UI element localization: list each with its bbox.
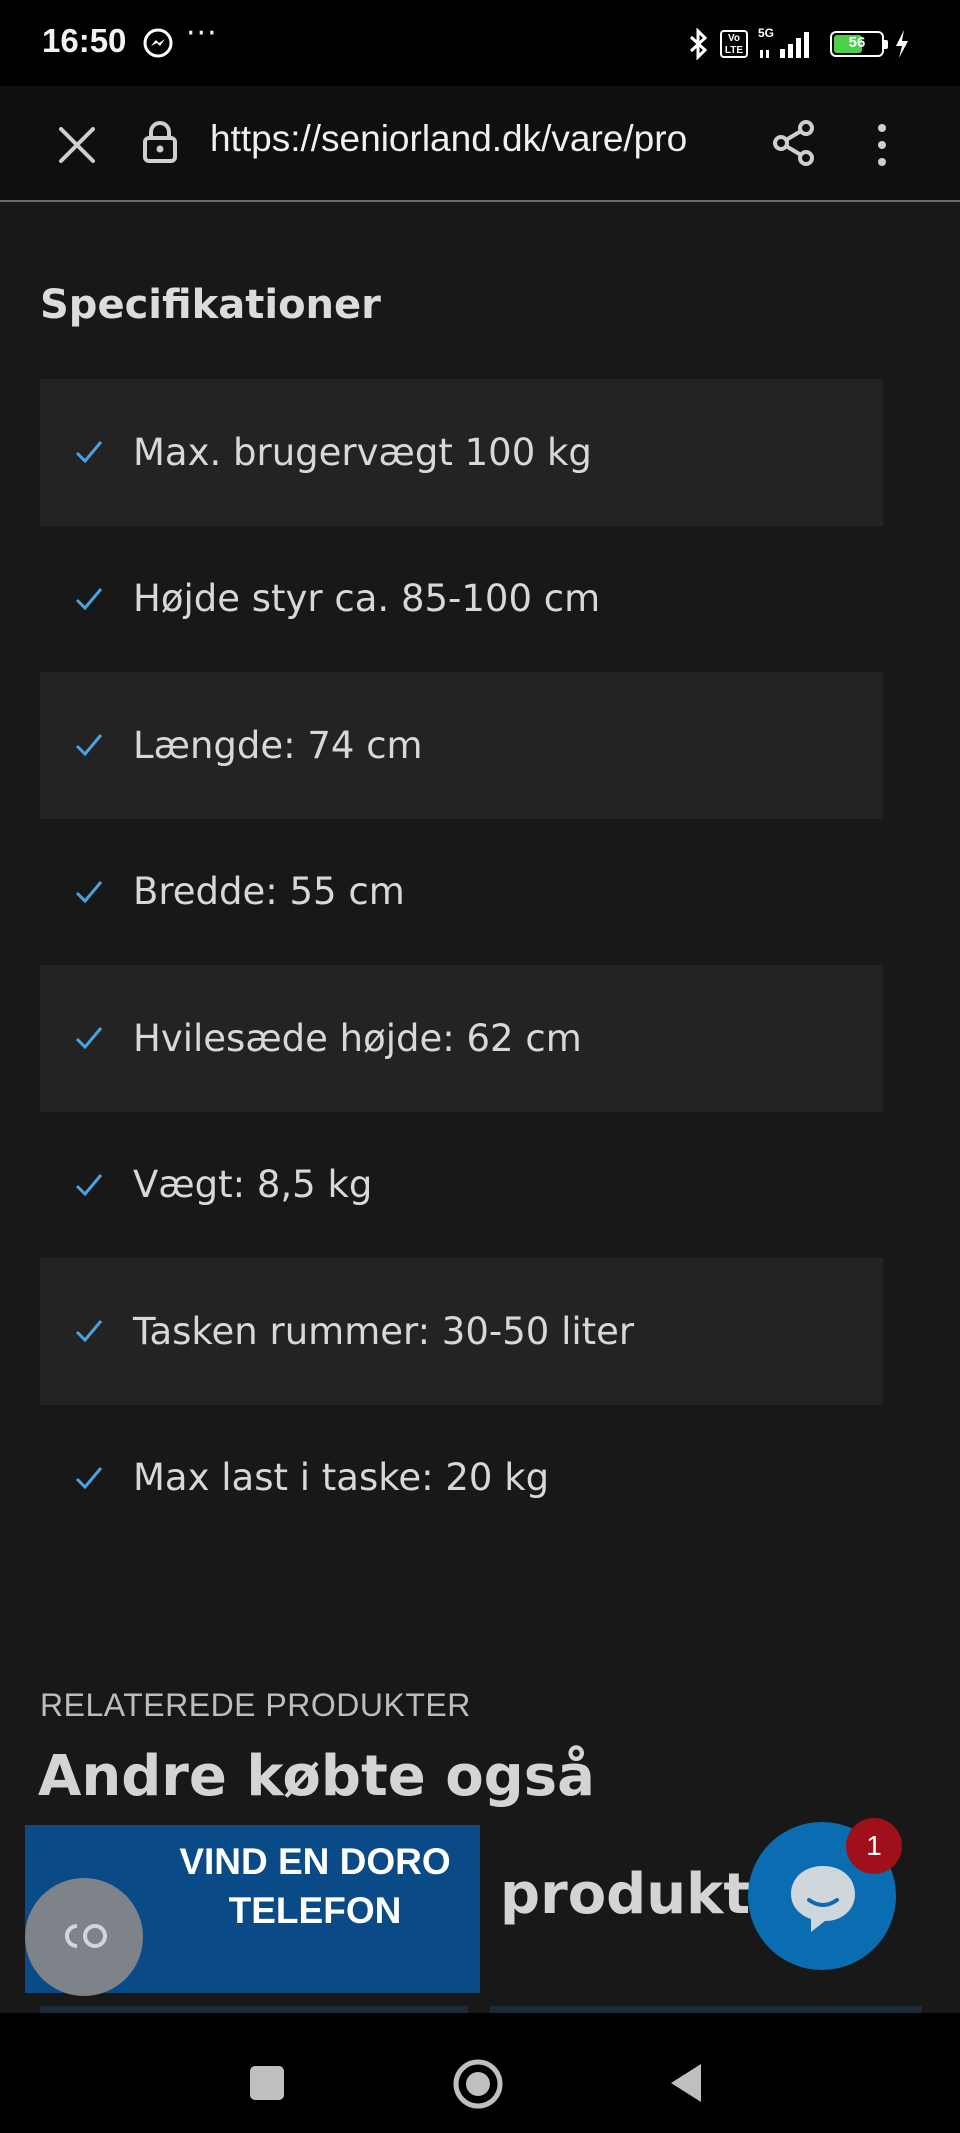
battery-icon: 56 bbox=[830, 31, 888, 57]
check-icon bbox=[75, 1173, 103, 1196]
spec-item-label: Tasken rummer: 30-50 liter bbox=[133, 1309, 635, 1353]
share-icon[interactable] bbox=[772, 120, 816, 166]
status-time: 16:50 bbox=[42, 22, 127, 59]
volte-icon: Vo LTE bbox=[720, 30, 748, 58]
check-icon bbox=[75, 1466, 103, 1489]
spec-item-label: Max. brugervægt 100 kg bbox=[133, 430, 592, 474]
home-button[interactable] bbox=[452, 2058, 504, 2110]
more-notifications: ··· bbox=[186, 16, 218, 51]
check-icon bbox=[75, 1027, 103, 1050]
spec-item-label: Bredde: 55 cm bbox=[133, 870, 405, 914]
status-bar: 16:50 ··· Vo LTE 5G 56 bbox=[0, 0, 960, 86]
battery-level: 56 bbox=[848, 34, 866, 51]
lock-icon[interactable] bbox=[142, 120, 178, 164]
recent-apps-button[interactable] bbox=[250, 2066, 284, 2100]
spec-item: Max last i taske: 20 kg bbox=[40, 1405, 883, 1552]
close-icon[interactable] bbox=[58, 126, 96, 164]
check-icon bbox=[75, 734, 103, 757]
chat-notification-badge: 1 bbox=[846, 1818, 902, 1874]
spec-item: Længde: 74 cm bbox=[40, 672, 883, 819]
check-icon bbox=[75, 880, 103, 903]
status-icons: Vo LTE 5G 56 bbox=[688, 26, 910, 62]
related-products-title: Andre købte også bbox=[38, 1744, 595, 1809]
more-vert-icon[interactable] bbox=[870, 122, 894, 168]
cookie-icon bbox=[65, 1924, 107, 1948]
spec-item: Max. brugervægt 100 kg bbox=[40, 379, 883, 526]
url-field[interactable]: https://seniorland.dk/vare/pro bbox=[210, 118, 740, 160]
system-nav-bar bbox=[0, 2013, 960, 2133]
spec-item: Højde styr ca. 85-100 cm bbox=[40, 526, 883, 673]
spec-item-label: Hvilesæde højde: 62 cm bbox=[133, 1016, 582, 1060]
messenger-icon bbox=[143, 28, 173, 58]
spec-item-label: Vægt: 8,5 kg bbox=[133, 1163, 373, 1207]
signal-icon: 5G bbox=[758, 26, 820, 60]
check-icon bbox=[75, 1320, 103, 1343]
spec-item-label: Højde styr ca. 85-100 cm bbox=[133, 577, 601, 621]
check-icon bbox=[75, 441, 103, 464]
promo-banner-label[interactable]: VIND EN DORO TELEFON bbox=[150, 1837, 480, 1935]
related-products-eyebrow: RELATEREDE PRODUKTER bbox=[40, 1687, 471, 1723]
spec-item: Tasken rummer: 30-50 liter bbox=[40, 1258, 883, 1405]
related-products-title-continued: produkt bbox=[500, 1862, 751, 1927]
spec-item-label: Max last i taske: 20 kg bbox=[133, 1456, 550, 1500]
chat-icon bbox=[791, 1866, 855, 1932]
back-button[interactable] bbox=[668, 2061, 704, 2105]
spec-item-label: Længde: 74 cm bbox=[133, 723, 423, 767]
bluetooth-icon bbox=[689, 28, 708, 60]
spec-item: Bredde: 55 cm bbox=[40, 819, 883, 966]
check-icon bbox=[75, 587, 103, 610]
charging-icon bbox=[896, 30, 908, 58]
specifications-list: Max. brugervægt 100 kg Højde styr ca. 85… bbox=[40, 379, 883, 1551]
cookie-consent-button[interactable] bbox=[25, 1878, 143, 1996]
specifications-heading: Specifikationer bbox=[40, 282, 381, 328]
browser-toolbar: https://seniorland.dk/vare/pro bbox=[0, 86, 960, 202]
spec-item: Vægt: 8,5 kg bbox=[40, 1112, 883, 1259]
spec-item: Hvilesæde højde: 62 cm bbox=[40, 965, 883, 1112]
